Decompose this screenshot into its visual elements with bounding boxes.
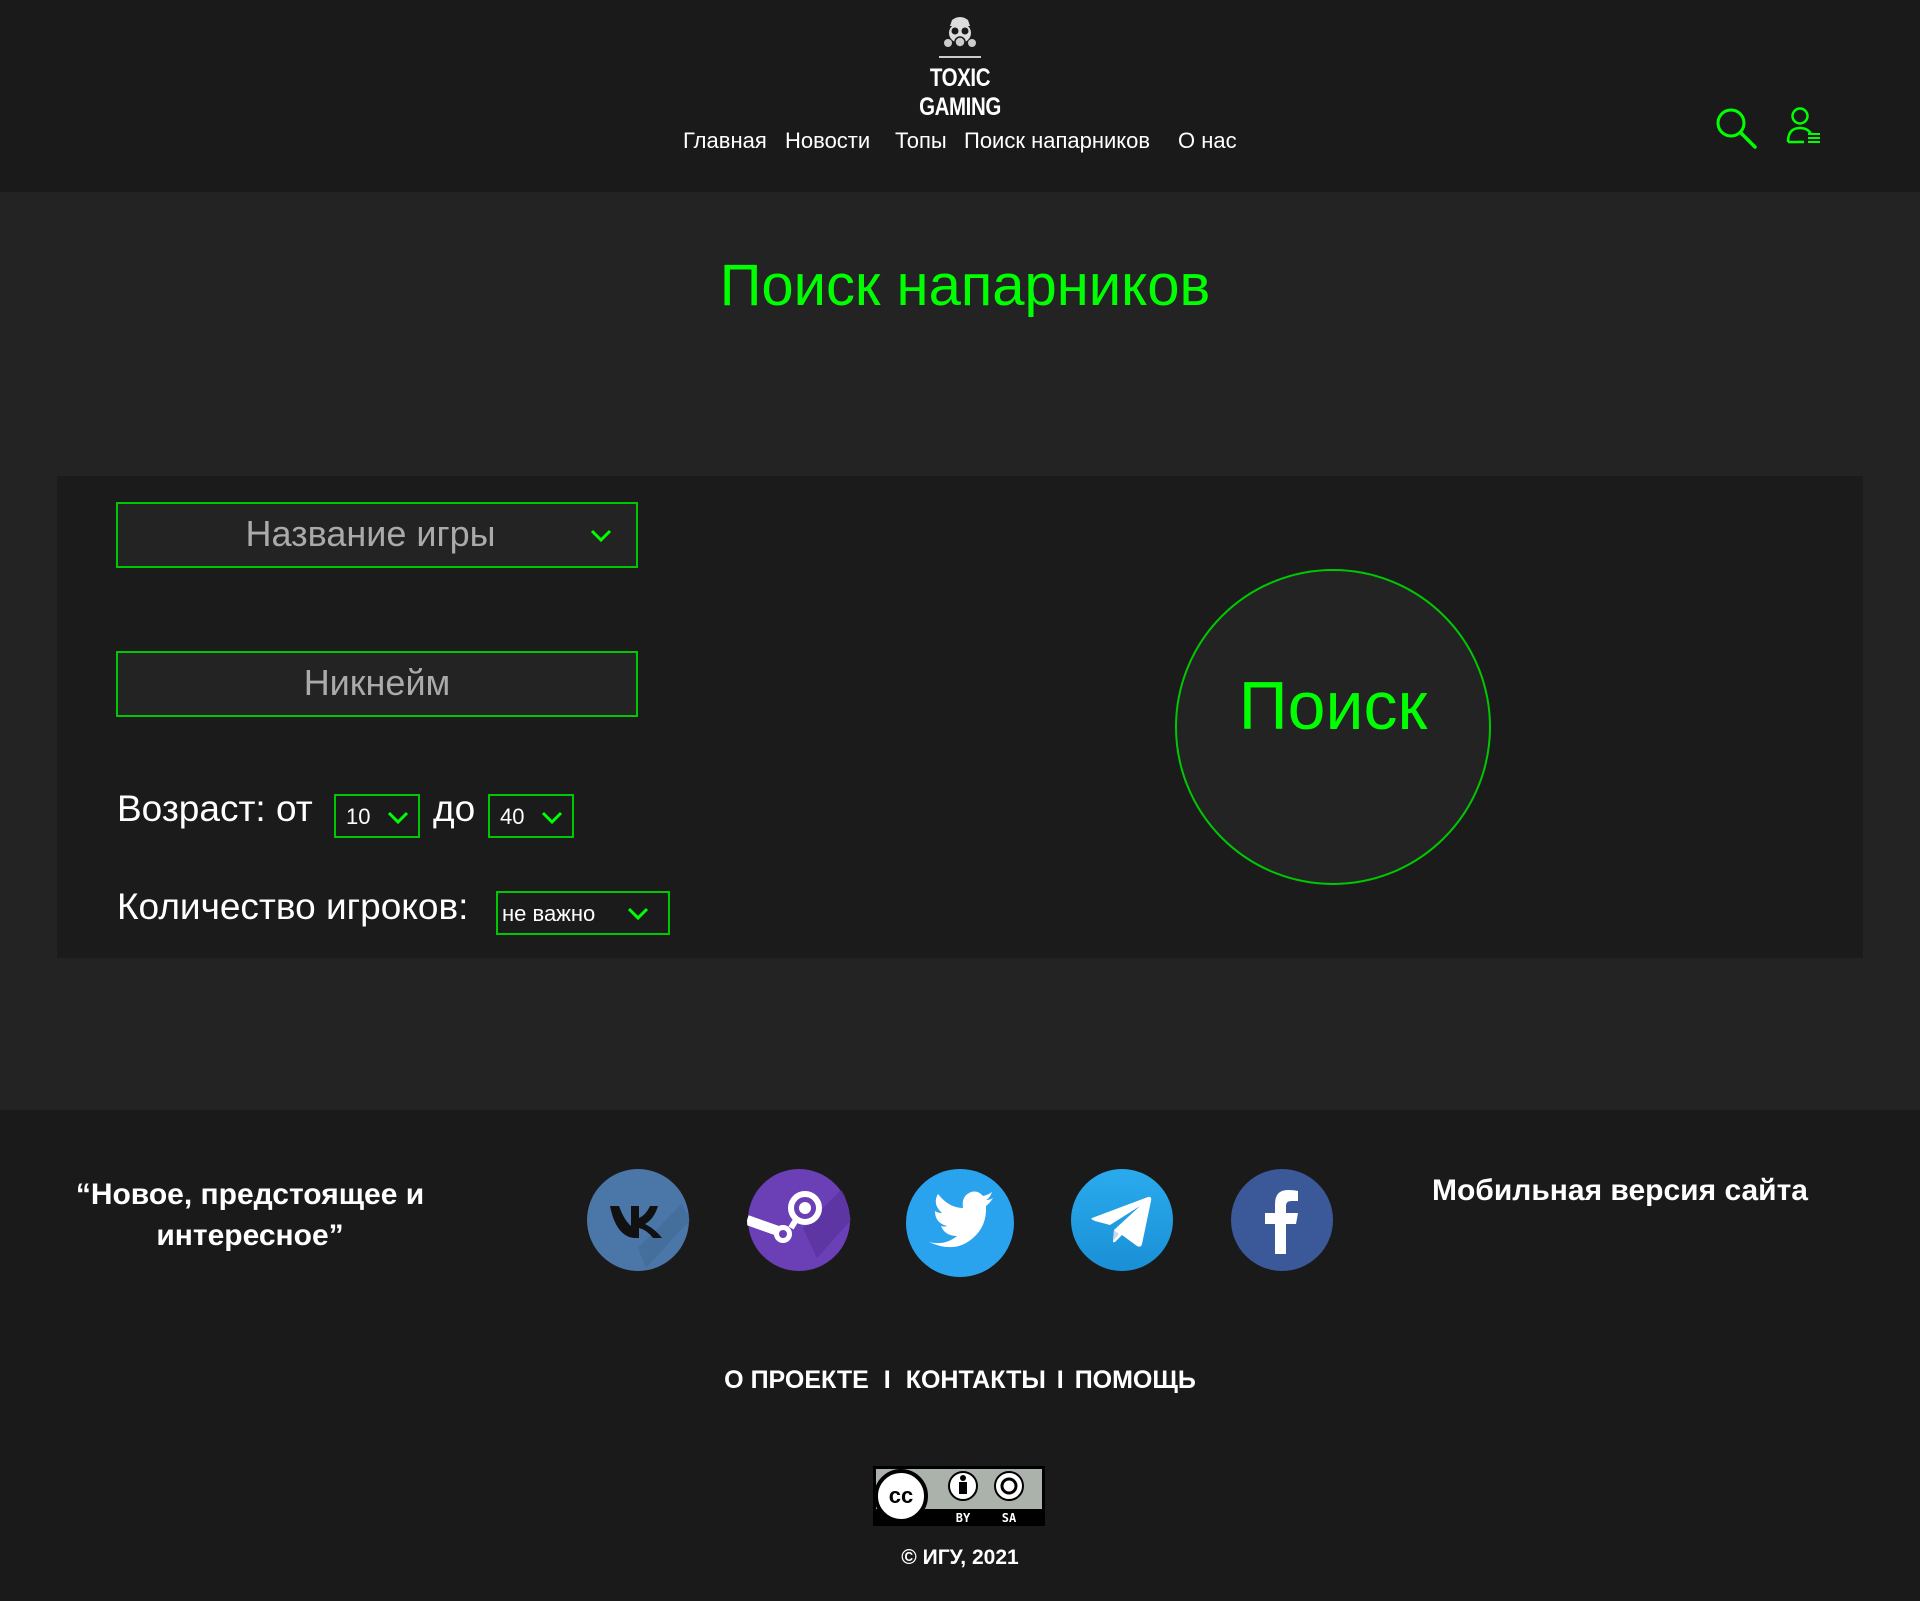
user-menu-icon[interactable] <box>1786 106 1822 146</box>
footer-link-separator: I <box>883 1366 891 1394</box>
chevron-down-icon <box>590 529 612 543</box>
site-header: TOXIC GAMING Главная Новости Топы Поиск … <box>0 0 1920 192</box>
cc-by-sa-license-badge[interactable]: cc BY SA <box>873 1466 1045 1526</box>
age-from-select[interactable]: 10 <box>334 794 420 838</box>
age-to-label: до <box>433 788 476 829</box>
slogan-line-2: интересное” <box>156 1219 344 1252</box>
footer-link-separator: I <box>1056 1366 1064 1394</box>
chevron-down-icon <box>627 907 649 921</box>
site-logo[interactable]: TOXIC GAMING <box>880 16 1040 121</box>
age-label: Возраст: от <box>117 788 313 829</box>
nickname-placeholder: Никнейм <box>303 662 451 703</box>
footer-link-contacts[interactable]: КОНТАКТЫ <box>906 1366 1046 1394</box>
players-label: Количество игроков: <box>117 886 469 927</box>
nickname-field[interactable]: Никнейм <box>116 651 638 717</box>
main-nav: Главная Новости Топы Поиск напарников О … <box>0 128 1920 160</box>
players-value: не важно <box>502 901 596 926</box>
nav-item-tops[interactable]: Топы <box>895 128 947 154</box>
footer-link-help[interactable]: ПОМОЩЬ <box>1075 1366 1196 1394</box>
age-to-value: 40 <box>500 804 525 829</box>
brand-name: TOXIC GAMING <box>919 64 1001 121</box>
footer-slogan: “Новое, предстоящее и интересное” <box>60 1174 440 1256</box>
twitter-icon[interactable] <box>905 1168 1015 1278</box>
chevron-down-icon <box>541 811 563 825</box>
license-by-text: BY <box>956 1511 971 1525</box>
cc-logo-text: cc <box>889 1483 913 1508</box>
game-select-placeholder: Название игры <box>245 513 496 554</box>
telegram-icon[interactable] <box>1070 1168 1174 1272</box>
mobile-version-link[interactable]: Мобильная версия сайта <box>1420 1174 1820 1208</box>
search-icon[interactable] <box>1714 106 1758 150</box>
age-from-value: 10 <box>346 804 371 829</box>
steam-icon[interactable] <box>747 1168 851 1272</box>
nav-item-home[interactable]: Главная <box>683 128 767 154</box>
page-title: Поиск напарников <box>719 253 1211 318</box>
search-button[interactable]: Поиск <box>1175 569 1491 885</box>
site-footer: “Новое, предстоящее и интересное” Мобиль… <box>0 1110 1920 1601</box>
chevron-down-icon <box>387 811 409 825</box>
copyright: © ИГУ, 2021 <box>901 1546 1019 1569</box>
nav-item-news[interactable]: Новости <box>785 128 870 154</box>
footer-link-about[interactable]: О ПРОЕКТЕ <box>724 1366 869 1394</box>
players-select[interactable]: не важно <box>496 891 670 935</box>
gas-mask-icon <box>944 17 976 48</box>
footer-links: О ПРОЕКТЕ I КОНТАКТЫ I ПОМОЩЬ <box>0 1366 1920 1395</box>
game-select[interactable]: Название игры <box>116 502 638 568</box>
facebook-icon[interactable] <box>1230 1168 1334 1272</box>
age-to-select[interactable]: 40 <box>488 794 574 838</box>
search-button-label: Поиск <box>1238 668 1428 744</box>
license-sa-text: SA <box>1002 1511 1017 1525</box>
nav-item-about[interactable]: О нас <box>1178 128 1237 154</box>
slogan-line-1: “Новое, предстоящее и <box>75 1178 425 1211</box>
vk-icon[interactable] <box>586 1168 690 1272</box>
nav-item-teammates[interactable]: Поиск напарников <box>964 128 1150 154</box>
logo-divider <box>939 56 981 58</box>
